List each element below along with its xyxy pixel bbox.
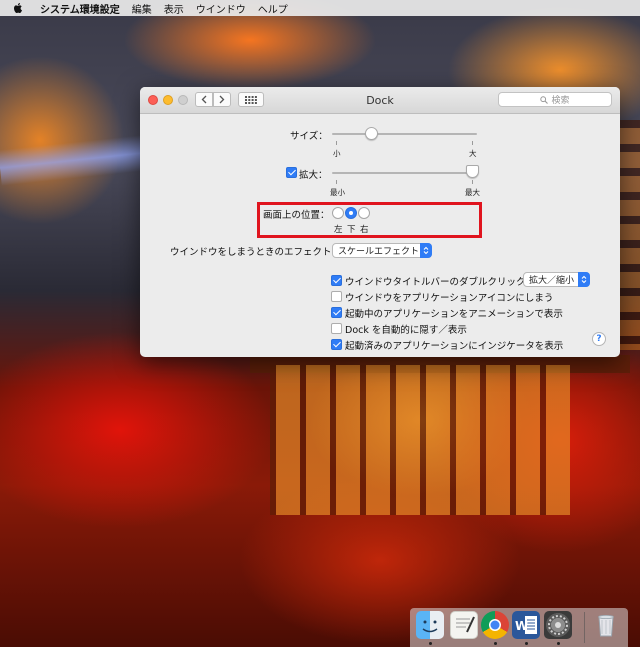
magnification-min-label: 最小 bbox=[330, 188, 345, 197]
magnification-max-label: 最大 bbox=[465, 188, 480, 197]
minimize-effect-label: ウインドウをしまうときのエフェクト： bbox=[170, 247, 342, 258]
apple-logo-icon[interactable] bbox=[10, 0, 26, 16]
magnification-tick-max bbox=[472, 180, 473, 184]
menu-window[interactable]: ウインドウ bbox=[196, 1, 246, 16]
magnification-label: 拡大： bbox=[299, 170, 328, 181]
word-running-indicator bbox=[525, 642, 528, 645]
magnification-slider-thumb[interactable] bbox=[466, 165, 479, 178]
help-button[interactable]: ? bbox=[592, 332, 606, 346]
size-tick-min bbox=[336, 141, 337, 145]
magnification-slider-track[interactable] bbox=[332, 172, 477, 174]
size-min-label: 小 bbox=[333, 149, 341, 158]
minimize-into-app-icon-label: ウインドウをアプリケーションアイコンにしまう bbox=[345, 293, 554, 304]
finder-icon[interactable] bbox=[416, 611, 444, 639]
size-max-label: 大 bbox=[469, 149, 477, 158]
dock-separator bbox=[584, 612, 585, 643]
system-preferences-running-indicator bbox=[557, 642, 560, 645]
magnification-checkbox[interactable] bbox=[286, 167, 297, 178]
chrome-icon[interactable] bbox=[481, 611, 509, 639]
animate-opening-apps-checkbox[interactable] bbox=[331, 307, 342, 318]
show-indicators-checkbox[interactable] bbox=[331, 339, 342, 350]
animate-opening-apps-label: 起動中のアプリケーションをアニメーションで表示 bbox=[345, 309, 563, 320]
minimize-into-app-icon-checkbox[interactable] bbox=[331, 291, 342, 302]
menu-help[interactable]: ヘルプ bbox=[258, 1, 288, 16]
double-click-action-popup[interactable]: 拡大／縮小 bbox=[523, 272, 590, 287]
window-titlebar[interactable]: Dock 検索 bbox=[140, 87, 620, 114]
autohide-dock-checkbox[interactable] bbox=[331, 323, 342, 334]
size-slider-thumb[interactable] bbox=[365, 127, 378, 140]
size-tick-max bbox=[472, 141, 473, 145]
menu-bar: システム環境設定 編集 表示 ウインドウ ヘルプ bbox=[0, 0, 640, 16]
double-click-action-value: 拡大／縮小 bbox=[529, 276, 575, 286]
menu-view[interactable]: 表示 bbox=[164, 1, 184, 16]
size-slider-track[interactable] bbox=[332, 133, 477, 135]
textedit-icon[interactable] bbox=[450, 611, 478, 639]
highlight-annotation-box bbox=[257, 202, 482, 238]
popup-arrows-icon bbox=[578, 272, 590, 287]
double-click-titlebar-checkbox[interactable] bbox=[331, 275, 342, 286]
size-label: サイズ： bbox=[290, 131, 328, 142]
search-placeholder: 検索 bbox=[551, 96, 570, 106]
menu-app-name[interactable]: システム環境設定 bbox=[40, 1, 120, 16]
dock: W bbox=[410, 608, 628, 647]
finder-running-indicator bbox=[429, 642, 432, 645]
show-indicators-label: 起動済みのアプリケーションにインジケータを表示 bbox=[345, 341, 564, 352]
menu-edit[interactable]: 編集 bbox=[132, 1, 152, 16]
minimize-effect-value: スケールエフェクト bbox=[338, 247, 420, 257]
search-icon bbox=[540, 95, 549, 104]
magnification-tick-min bbox=[336, 180, 337, 184]
word-icon[interactable]: W bbox=[512, 611, 540, 639]
autohide-dock-label: Dock を自動的に隠す／表示 bbox=[345, 325, 467, 336]
minimize-effect-popup[interactable]: スケールエフェクト bbox=[332, 243, 432, 258]
trash-icon[interactable] bbox=[592, 611, 620, 639]
system-preferences-icon[interactable] bbox=[544, 611, 572, 639]
double-click-titlebar-label: ウインドウタイトルバーのダブルクリックで bbox=[345, 277, 536, 288]
popup-arrows-icon bbox=[420, 243, 432, 258]
svg-text:W: W bbox=[515, 619, 528, 633]
search-field[interactable]: 検索 bbox=[498, 92, 612, 107]
chrome-running-indicator bbox=[494, 642, 497, 645]
